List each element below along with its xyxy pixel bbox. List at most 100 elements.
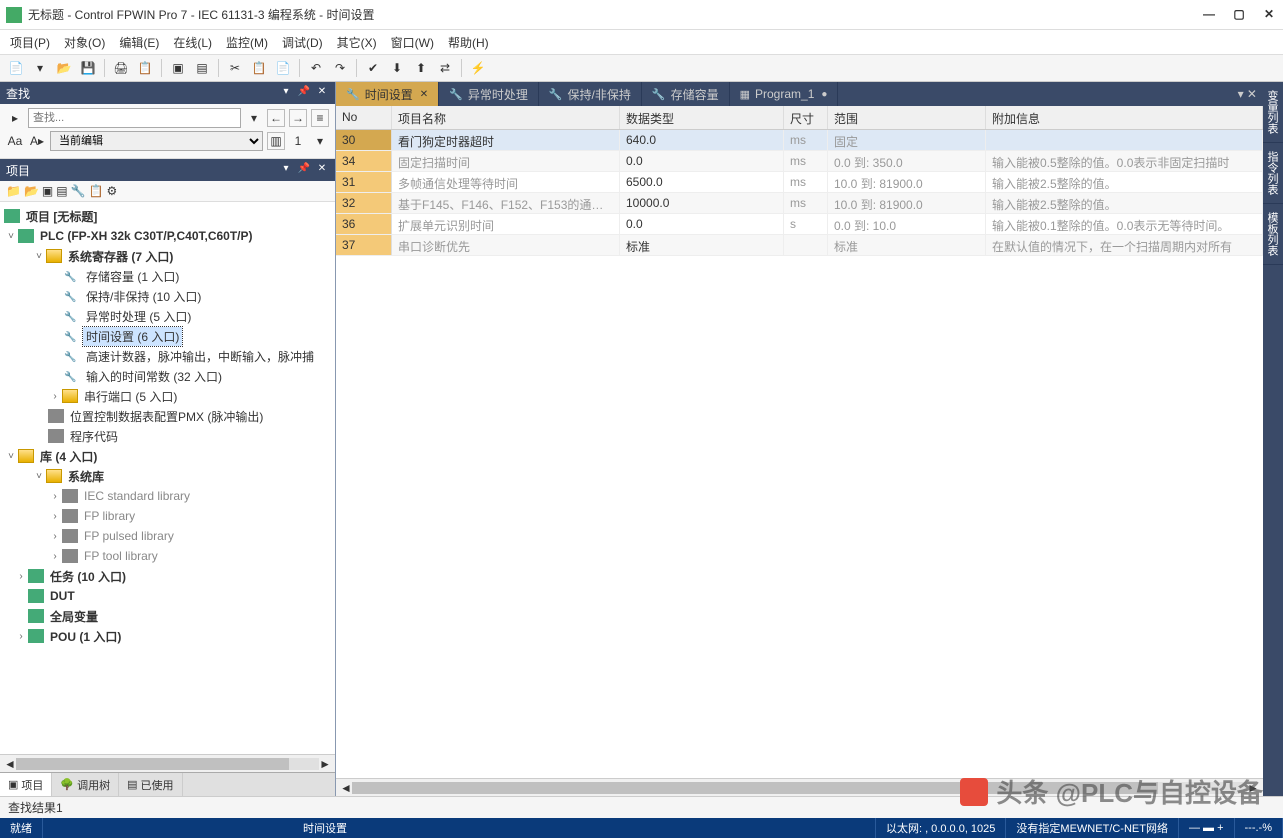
new-button[interactable]: 📄	[6, 58, 26, 78]
sidebar-template[interactable]: 模板列表	[1263, 204, 1283, 265]
status-zoom[interactable]: — ▬ +	[1179, 818, 1235, 838]
tree-btn2[interactable]: 📂	[24, 184, 39, 198]
dropdown-icon[interactable]: ▾	[30, 58, 50, 78]
menu-online[interactable]: 在线(L)	[173, 34, 212, 51]
panel-menu-icon[interactable]: ▾	[279, 163, 293, 177]
sidebar-varlist[interactable]: 变量列表	[1263, 82, 1283, 143]
search-dropdown-icon[interactable]: ▸	[6, 109, 24, 127]
print-button[interactable]: 🖨	[111, 58, 131, 78]
paste-button[interactable]: 📄	[273, 58, 293, 78]
tree-btn4[interactable]: ▤	[56, 184, 67, 198]
tab-storage[interactable]: 🔧存储容量	[642, 82, 730, 106]
cell-type[interactable]: 6500.0	[620, 172, 784, 192]
close-button[interactable]: ✕	[1261, 7, 1277, 23]
col-unit[interactable]: 尺寸	[784, 106, 828, 129]
tree-hold[interactable]: 保持/非保持 (10 入口)	[0, 286, 335, 306]
panel-pin-icon[interactable]: 📌	[297, 163, 311, 177]
sidebar-cmdlist[interactable]: 指令列表	[1263, 143, 1283, 204]
tab-exception[interactable]: 🔧异常时处理	[439, 82, 539, 106]
search-scope-select[interactable]: 当前编辑	[50, 131, 263, 151]
tree-lib-iec[interactable]: ›IEC standard library	[0, 486, 335, 506]
col-type[interactable]: 数据类型	[620, 106, 784, 129]
panel-close-icon[interactable]: ✕	[315, 163, 329, 177]
tree-btn7[interactable]: ⚙	[107, 184, 118, 198]
cell-type[interactable]: 10000.0	[620, 193, 784, 213]
tree-sysreg[interactable]: ˅系统寄存器 (7 入口)	[0, 246, 335, 266]
cell-type[interactable]: 640.0	[620, 130, 784, 150]
panel-close-icon[interactable]: ✕	[315, 86, 329, 100]
tree-btn3[interactable]: ▣	[42, 184, 53, 198]
tree-lib[interactable]: ˅库 (4 入口)	[0, 446, 335, 466]
tab-program1[interactable]: ▦Program_1●	[730, 82, 839, 106]
tree-global[interactable]: 全局变量	[0, 606, 335, 626]
toggle1-button[interactable]: ▣	[168, 58, 188, 78]
tree-tasks[interactable]: ›任务 (10 入口)	[0, 566, 335, 586]
table-row[interactable]: 30看门狗定时器超时640.0ms固定	[336, 130, 1263, 151]
panel-pin-icon[interactable]: 📌	[297, 86, 311, 100]
menu-window[interactable]: 窗口(W)	[391, 34, 434, 51]
list-results-button[interactable]: ≡	[311, 109, 329, 127]
preview-button[interactable]: 📋	[135, 58, 155, 78]
toggle2-button[interactable]: ▤	[192, 58, 212, 78]
menu-monitor[interactable]: 监控(M)	[226, 34, 268, 51]
cell-type[interactable]: 标准	[620, 235, 784, 255]
prev-match-button[interactable]: ←	[267, 109, 285, 127]
case-toggle[interactable]: Aa	[6, 132, 24, 150]
tree-exception[interactable]: 异常时处理 (5 入口)	[0, 306, 335, 326]
download-button[interactable]: ⬇	[387, 58, 407, 78]
tree-syslib[interactable]: ˅系统库	[0, 466, 335, 486]
upload-button[interactable]: ⬆	[411, 58, 431, 78]
tree-lib-tool[interactable]: ›FP tool library	[0, 546, 335, 566]
clear-icon[interactable]: ▾	[245, 109, 263, 127]
tab-hold[interactable]: 🔧保持/非保持	[539, 82, 642, 106]
tree-btn5[interactable]: 🔧	[71, 184, 86, 198]
cell-type[interactable]: 0.0	[620, 151, 784, 171]
tree-btn6[interactable]: 📋	[89, 184, 104, 198]
grid-hscroll[interactable]: ◄►	[336, 778, 1263, 796]
cut-button[interactable]: ✂	[225, 58, 245, 78]
cell-type[interactable]: 0.0	[620, 214, 784, 234]
table-row[interactable]: 34固定扫描时间0.0ms0.0 到: 350.0输入能被0.5整除的值。0.0…	[336, 151, 1263, 172]
tree-lib-pulsed[interactable]: ›FP pulsed library	[0, 526, 335, 546]
undo-button[interactable]: ↶	[306, 58, 326, 78]
compare-button[interactable]: ⇄	[435, 58, 455, 78]
word-toggle[interactable]: A▸	[28, 132, 46, 150]
redo-button[interactable]: ↷	[330, 58, 350, 78]
tree-hscroll[interactable]: ◄►	[0, 754, 335, 772]
table-row[interactable]: 37串口诊断优先标准标准在默认值的情况下，在一个扫描周期内对所有	[336, 235, 1263, 256]
tree-lib-fp[interactable]: ›FP library	[0, 506, 335, 526]
open-button[interactable]: 📂	[54, 58, 74, 78]
tree-timeconst[interactable]: 输入的时间常数 (32 入口)	[0, 366, 335, 386]
menu-debug[interactable]: 调试(D)	[282, 34, 323, 51]
table-row[interactable]: 32基于F145、F146、F152、F153的通信...10000.0ms10…	[336, 193, 1263, 214]
tree-btn1[interactable]: 📁	[6, 184, 21, 198]
find-result-bar[interactable]: 查找结果1	[0, 796, 1283, 818]
table-row[interactable]: 36扩展单元识别时间0.0s0.0 到: 10.0输入能被0.1整除的值。0.0…	[336, 214, 1263, 235]
col-name[interactable]: 项目名称	[392, 106, 620, 129]
col-no[interactable]: No	[336, 106, 392, 129]
tree-code[interactable]: 程序代码	[0, 426, 335, 446]
panel-menu-icon[interactable]: ▾	[279, 86, 293, 100]
btab-project[interactable]: ▣项目	[0, 773, 52, 796]
tree-plc[interactable]: ˅PLC (FP-XH 32k C30T/P,C40T,C60T/P)	[0, 226, 335, 246]
plug-icon[interactable]: ⚡	[468, 58, 488, 78]
filter-button[interactable]: ▥	[267, 132, 285, 150]
options-icon[interactable]: ▾	[311, 132, 329, 150]
tree-storage[interactable]: 存储容量 (1 入口)	[0, 266, 335, 286]
next-match-button[interactable]: →	[289, 109, 307, 127]
menu-other[interactable]: 其它(X)	[337, 34, 377, 51]
tab-overflow-button[interactable]: ▾ ✕	[1232, 82, 1263, 106]
btab-used[interactable]: ▤已使用	[119, 773, 182, 796]
tree-highspeed[interactable]: 高速计数器，脉冲输出，中断输入，脉冲捕	[0, 346, 335, 366]
close-icon[interactable]: ✕	[420, 89, 428, 100]
check-button[interactable]: ✔	[363, 58, 383, 78]
tree-serial[interactable]: ›串行端口 (5 入口)	[0, 386, 335, 406]
menu-help[interactable]: 帮助(H)	[448, 34, 489, 51]
minimize-button[interactable]: —	[1201, 7, 1217, 23]
tree-time-settings[interactable]: 时间设置 (6 入口)	[0, 326, 335, 346]
btab-calltree[interactable]: 🌳调用树	[52, 773, 119, 796]
tab-time-settings[interactable]: 🔧时间设置✕	[336, 82, 439, 106]
copy-button[interactable]: 📋	[249, 58, 269, 78]
save-button[interactable]: 💾	[78, 58, 98, 78]
tree-pmx[interactable]: 位置控制数据表配置PMX (脉冲输出)	[0, 406, 335, 426]
